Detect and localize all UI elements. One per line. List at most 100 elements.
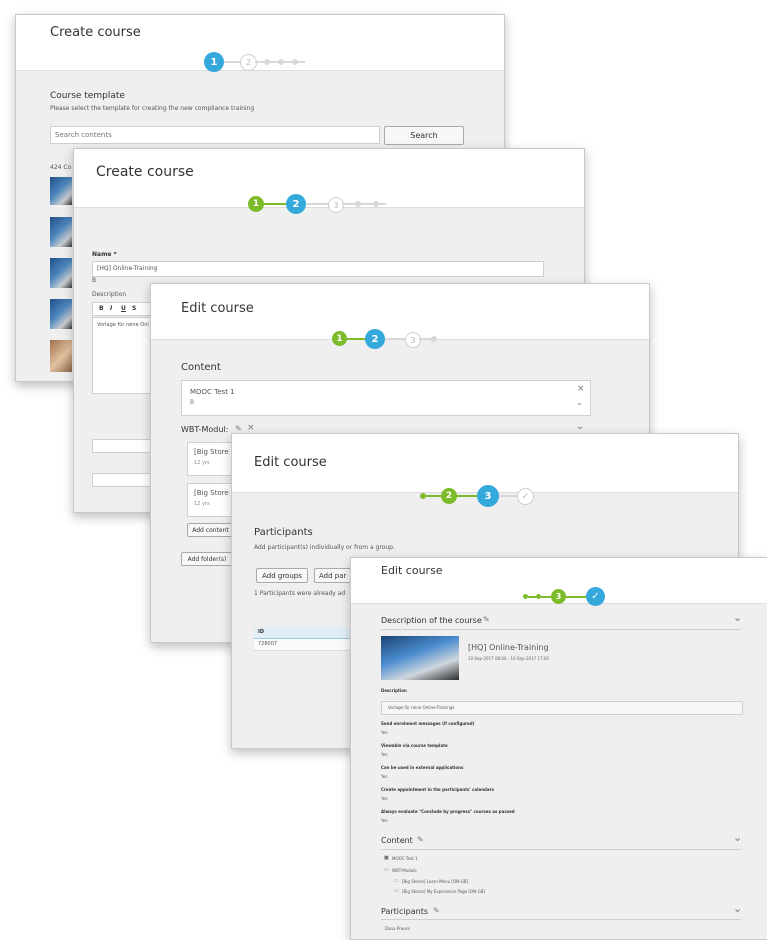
step-connector: [264, 203, 286, 205]
field-value: Vorlage für reine Online-Trainings: [388, 705, 455, 710]
template-thumbnail[interactable]: [50, 258, 72, 288]
edit-icon[interactable]: ✎: [235, 425, 242, 433]
italic-button[interactable]: I: [110, 305, 112, 312]
field-label: Can be used in external applications: [381, 765, 464, 770]
step-connector: [541, 596, 551, 598]
folder-icon: ▭: [384, 867, 389, 873]
field-value: Yes: [381, 774, 388, 779]
module-icon: ▭: [394, 888, 399, 894]
step-indicator: 1 2 3: [332, 329, 452, 353]
page-title: Create course: [50, 25, 141, 40]
chevron-down-icon[interactable]: ⌄: [733, 903, 742, 914]
finish-step-check-icon[interactable]: ✓: [517, 488, 534, 505]
field-label: Send enrolment messages (if configured): [381, 721, 475, 726]
template-thumbnail[interactable]: [50, 177, 72, 205]
divider: [381, 849, 741, 850]
step-dot: [292, 59, 298, 65]
step-dot: [373, 201, 379, 207]
name-sub: B: [92, 277, 97, 284]
edit-icon[interactable]: ✎: [433, 907, 440, 915]
add-groups-button[interactable]: Add groups: [256, 568, 308, 583]
step-indicator: 3 ✓: [523, 587, 613, 611]
step-indicator: 1 2: [204, 52, 324, 76]
step-3[interactable]: 3: [405, 332, 421, 348]
wbt-item-title: [Big Store: [194, 489, 229, 497]
table-row[interactable]: 728007: [254, 639, 354, 651]
clear-icon[interactable]: ×: [577, 385, 585, 394]
strike-button[interactable]: S: [132, 305, 136, 312]
section-description-title: Description of the course: [381, 616, 482, 625]
result-count: 424 Co: [50, 164, 72, 171]
content-item: [Big Stores] My Experience Page [ON-GB]: [402, 889, 486, 894]
name-value: [HQ] Online-Training: [97, 265, 158, 272]
section-title: Course template: [50, 91, 125, 101]
search-button[interactable]: Search: [384, 126, 464, 145]
edit-icon[interactable]: ✎: [417, 836, 424, 844]
step-connector: [457, 495, 477, 497]
remove-icon[interactable]: ×: [247, 424, 255, 433]
step-connector: [528, 596, 536, 598]
row-id: 728007: [258, 641, 278, 647]
finish-step-check-icon[interactable]: ✓: [586, 587, 605, 606]
section-participants-title: Participants: [381, 907, 428, 916]
form-field[interactable]: [92, 439, 154, 453]
chevron-down-icon[interactable]: ⌄: [733, 612, 742, 623]
step-connector: [566, 596, 586, 598]
search-input[interactable]: [50, 126, 380, 144]
step-3[interactable]: 3: [477, 485, 499, 507]
section-description: Please select the template for creating …: [50, 105, 255, 112]
step-2[interactable]: 2: [441, 488, 457, 504]
underline-button[interactable]: U: [121, 305, 126, 312]
form-field[interactable]: [92, 473, 154, 487]
wbt-item-title: [Big Store: [194, 448, 229, 456]
template-thumbnail[interactable]: [50, 340, 72, 372]
step-dot: [431, 336, 437, 342]
table-header: ID: [254, 627, 354, 639]
module-icon: ▭: [394, 878, 399, 884]
add-folder-button[interactable]: Add folder(s): [181, 552, 233, 566]
step-3[interactable]: 3: [551, 589, 566, 604]
section-title: Participants: [254, 527, 313, 538]
step-indicator: 2 3 ✓: [420, 485, 540, 509]
course-name: [HQ] Online-Training: [468, 643, 549, 652]
field-value: Yes: [381, 730, 388, 735]
column-header-id[interactable]: ID: [258, 629, 264, 635]
step-1[interactable]: 1: [204, 52, 224, 72]
field-value: Yes: [381, 796, 388, 801]
divider: [381, 919, 741, 920]
content-label: Content: [181, 362, 221, 373]
field-value: Yes: [381, 752, 388, 757]
course-icon: ■: [384, 855, 389, 861]
wbt-item-sub: 12 yrs: [194, 501, 210, 507]
edit-icon[interactable]: ✎: [483, 616, 490, 624]
info-text: 1 Participants were already ad: [254, 590, 346, 597]
step-connector: [499, 495, 517, 497]
template-thumbnail[interactable]: [50, 299, 72, 329]
chevron-down-icon[interactable]: ⌄: [576, 399, 583, 407]
step-connector: [224, 61, 240, 63]
content-select[interactable]: MOOC Test 1 B × ⌄: [181, 380, 591, 416]
template-thumbnail[interactable]: [50, 217, 72, 247]
description-editor[interactable]: Vorlage für reine Onl: [92, 317, 154, 394]
content-item: WBT-Module: [392, 868, 417, 873]
field-label: Description: [381, 688, 407, 693]
section-description: Add participant(s) individually or from …: [254, 544, 395, 551]
chevron-down-icon[interactable]: ⌄: [576, 422, 584, 432]
step-connector: [342, 203, 386, 205]
name-label: Name *: [92, 251, 117, 258]
wbt-module-label: WBT-Modul:: [181, 425, 229, 434]
course-image: [381, 636, 459, 680]
step-1[interactable]: 1: [248, 196, 264, 212]
step-2[interactable]: 2: [365, 329, 385, 349]
step-3[interactable]: 3: [328, 197, 344, 213]
step-2[interactable]: 2: [286, 194, 306, 214]
bold-button[interactable]: B: [99, 305, 104, 312]
step-1[interactable]: 1: [332, 331, 347, 346]
field-value-box: Vorlage für reine Online-Trainings: [381, 701, 743, 715]
name-field[interactable]: [HQ] Online-Training: [92, 261, 544, 277]
field-label: Create appointment in the participants' …: [381, 787, 494, 792]
course-dates: 10-Sep-2017 08:00 - 10-Sep-2017 17:00: [468, 656, 549, 661]
add-content-button[interactable]: Add content: [187, 523, 234, 537]
add-participants-button[interactable]: Add par: [314, 568, 354, 583]
chevron-down-icon[interactable]: ⌄: [733, 832, 742, 843]
